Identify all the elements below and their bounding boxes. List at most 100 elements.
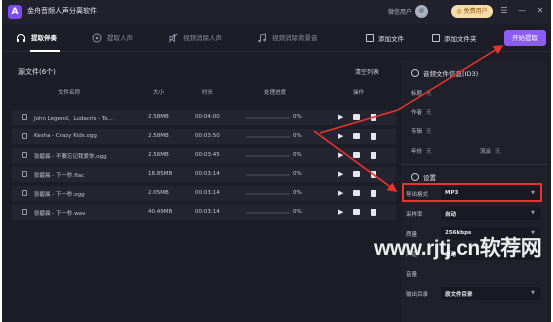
tab-video-remove-bgm[interactable]: 视频消除背景音 xyxy=(257,32,318,46)
setting-select[interactable]: 原文件目录 ▼ xyxy=(441,287,541,300)
play-icon[interactable]: ▶ xyxy=(338,132,343,140)
add-folder-button[interactable]: 添加文件夹 xyxy=(432,32,477,46)
file-size: 2.58MB xyxy=(148,114,169,120)
tab-label: 提取伴奏 xyxy=(31,34,57,42)
table-row[interactable]: Kesha - Crazy Kids.ogg 2.58MB 00:03:50 0% ▶ xyxy=(12,129,396,144)
file-name: 张碧晨 - 下一秒.flac xyxy=(34,173,85,179)
folder-icon[interactable] xyxy=(353,209,360,215)
file-duration: 00:03:45 xyxy=(195,152,220,158)
trash-icon[interactable] xyxy=(371,152,376,159)
add-file-label: 添加文件 xyxy=(378,35,404,43)
table-row[interactable]: 张碧晨 - 不要忘记我爱你.ogg 2.56MB 00:03:45 0% ▶ xyxy=(12,148,396,163)
trash-icon[interactable] xyxy=(371,114,376,121)
folder-icon[interactable] xyxy=(353,152,360,158)
year-label: 年份 xyxy=(411,149,423,155)
file-duration: 00:04:00 xyxy=(195,114,220,120)
id3-title-label: 音频文件信息(ID3) xyxy=(423,70,479,78)
table-row[interactable]: 张碧晨 - 下一秒.flac 18.85MB 00:03:14 0% ▶ xyxy=(12,167,396,182)
source-panel: 源文件(6个) 清空列表 文件名称 大小 时长 处理进度 操作 John Leg… xyxy=(12,60,396,220)
menu-icon[interactable]: ☰ xyxy=(498,5,510,17)
vocal-icon xyxy=(92,33,102,43)
folder-icon[interactable] xyxy=(353,114,360,120)
year-field[interactable]: 年份无 xyxy=(411,147,432,155)
setting-value: 原文件目录 xyxy=(445,292,473,298)
album-label: 专辑 xyxy=(411,129,423,135)
add-file-button[interactable]: 添加文件 xyxy=(366,32,404,46)
start-extract-button[interactable]: 开始提取 xyxy=(504,30,546,46)
progress-value: 0% xyxy=(293,133,302,139)
id3-title: 音频文件信息(ID3) xyxy=(411,68,478,78)
setting-label: 音量 xyxy=(406,272,418,278)
file-icon xyxy=(22,133,27,139)
avatar[interactable] xyxy=(415,5,428,18)
file-size: 40.49MB xyxy=(148,209,173,215)
app-title: 金舟音频人声分离软件 xyxy=(27,7,97,15)
progress-bar xyxy=(246,174,290,176)
progress-bar xyxy=(246,117,290,119)
trash-icon[interactable] xyxy=(371,133,376,140)
title-label: 标题 xyxy=(411,91,423,97)
setting-label: 输出目录 xyxy=(406,292,429,298)
tab-extract-vocal[interactable]: 提取人声 xyxy=(92,32,133,46)
tab-label: 视频消除人声 xyxy=(183,34,222,42)
trash-icon[interactable] xyxy=(371,190,376,197)
title-bar: A 金舟音频人声分离软件 微信用户 ◎ 免费用户 ☰ — ✕ xyxy=(2,0,551,24)
settings-title-label: 设置 xyxy=(423,174,436,182)
title-field[interactable]: 标题无 xyxy=(411,89,432,97)
file-size: 2.05MB xyxy=(148,190,169,196)
trash-icon[interactable] xyxy=(371,209,376,216)
table-row[interactable]: 张碧晨 - 下一秒.ogg 2.05MB 00:03:14 0% ▶ xyxy=(12,186,396,201)
user-name[interactable]: 微信用户 xyxy=(388,7,412,16)
folder-icon[interactable] xyxy=(353,190,360,196)
vip-badge[interactable]: ◎ 免费用户 xyxy=(451,5,493,18)
table-row[interactable]: John Legend、Ludacris - To... 2.58MB 00:04:… xyxy=(12,110,396,125)
progress-bar xyxy=(246,212,290,214)
progress-bar xyxy=(246,136,290,138)
progress-bar xyxy=(246,193,290,195)
source-title: 源文件(6个) xyxy=(18,68,56,76)
file-name: 张碧晨 - 下一秒.ogg xyxy=(34,192,85,198)
genre-field[interactable]: 流派无 xyxy=(480,147,501,155)
column-header-size: 大小 xyxy=(153,90,165,96)
progress-value: 0% xyxy=(293,171,302,177)
tab-label: 视频消除背景音 xyxy=(272,34,318,42)
music-note-icon xyxy=(258,33,266,43)
tab-extract-accompaniment[interactable]: 提取伴奏 xyxy=(16,32,57,46)
app-logo: A xyxy=(8,5,22,19)
minimize-icon[interactable]: — xyxy=(516,5,528,17)
chevron-down-icon: ▼ xyxy=(531,290,535,296)
play-icon[interactable]: ▶ xyxy=(338,189,343,197)
file-size: 18.85MB xyxy=(148,171,173,177)
file-duration: 00:03:50 xyxy=(195,133,220,139)
export-format-highlight xyxy=(402,183,542,202)
progress-value: 0% xyxy=(293,152,302,158)
column-header-progress: 处理进度 xyxy=(264,90,287,96)
play-icon[interactable]: ▶ xyxy=(338,151,343,159)
tab-video-remove-vocal[interactable]: 视频消除人声 xyxy=(168,32,222,46)
author-value: 无 xyxy=(426,110,432,116)
file-icon xyxy=(22,190,27,196)
setting-row: 采样率 自动 ▼ xyxy=(401,206,547,222)
gear-icon xyxy=(411,173,419,181)
title-value: 无 xyxy=(426,91,432,97)
folder-icon[interactable] xyxy=(353,133,360,139)
progress-value: 0% xyxy=(293,209,302,215)
setting-select[interactable]: 自动 ▼ xyxy=(441,207,541,220)
folder-icon[interactable] xyxy=(353,171,360,177)
file-size: 2.58MB xyxy=(148,133,169,139)
play-icon[interactable]: ▶ xyxy=(338,208,343,216)
trash-icon[interactable] xyxy=(371,171,376,178)
add-file-icon xyxy=(366,34,374,42)
file-size: 2.56MB xyxy=(148,152,169,158)
author-field[interactable]: 作者无 xyxy=(411,108,432,116)
play-icon[interactable]: ▶ xyxy=(338,170,343,178)
play-icon[interactable]: ▶ xyxy=(338,113,343,121)
table-row[interactable]: 张碧晨 - 下一秒.wav 40.49MB 00:03:14 0% ▶ xyxy=(12,205,396,220)
file-icon xyxy=(22,152,27,158)
settings-title: 设置 xyxy=(411,172,436,182)
file-icon xyxy=(22,171,27,177)
close-icon[interactable]: ✕ xyxy=(534,5,546,17)
add-folder-label: 添加文件夹 xyxy=(444,35,477,43)
album-field[interactable]: 专辑无 xyxy=(411,127,432,135)
clear-list-button[interactable]: 清空列表 xyxy=(355,67,379,76)
